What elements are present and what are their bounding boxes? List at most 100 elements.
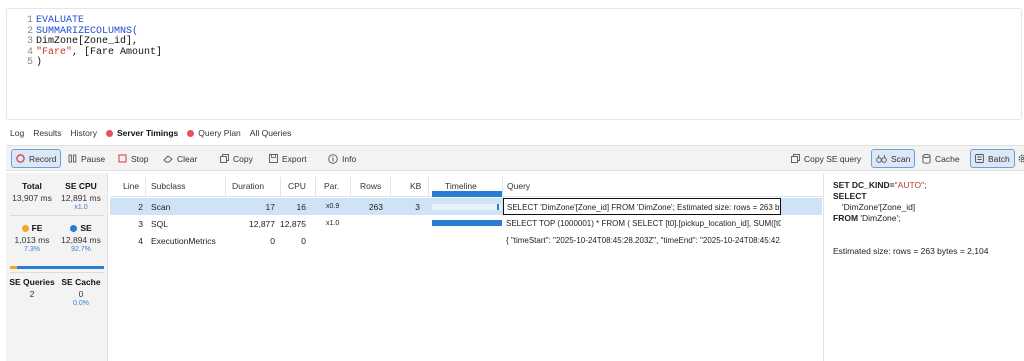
stat-label: SE Cache	[61, 277, 101, 287]
column-header-timeline[interactable]: Timeline	[445, 181, 477, 191]
table-row[interactable]: 4 ExecutionMetrics 0 0 { "timeStart": "2…	[110, 232, 822, 249]
timeline-bar	[432, 220, 502, 226]
cell-query[interactable]: { "timeStart": "2025-10-24T08:45:28.203Z…	[503, 232, 781, 249]
tab-label: All Queries	[249, 128, 292, 138]
code-area[interactable]: 1 EVALUATE 2 SUMMARIZECOLUMNS( 3 DimZone[Zo…	[25, 15, 163, 69]
set-keyword: SET DC_KIND=	[833, 180, 895, 190]
tab-all-queries[interactable]: All Queries	[250, 128, 292, 138]
se-cache-stat: SE Cache 0 0.0%	[57, 277, 105, 307]
batch-icon	[975, 154, 984, 163]
stat-label: SE CPU	[65, 181, 97, 191]
info-button[interactable]: Info	[324, 149, 360, 168]
clear-button[interactable]: Clear	[159, 149, 201, 168]
column-separator	[350, 177, 351, 197]
stat-value: 1,013 ms	[14, 235, 50, 245]
code-line: 4 "Fare", [Fare Amount]	[25, 46, 163, 59]
set-value: "AUTO"	[894, 180, 925, 190]
column-header-par[interactable]: Par.	[324, 181, 339, 191]
stop-button[interactable]: Stop	[114, 149, 153, 168]
fe-stat: FE 1,013 ms 7.3%	[8, 223, 56, 253]
stat-value: 2	[29, 289, 35, 299]
cache-toggle[interactable]: Cache	[918, 149, 964, 168]
server-timings-toolbar: Record Pause Stop Clear Copy Export Info…	[6, 145, 1024, 171]
info-label: Info	[342, 153, 357, 164]
se-cpu-stat: SE CPU 12,891 ms x1.0	[57, 181, 105, 211]
stat-value: 13,907 ms	[12, 193, 52, 203]
record-button[interactable]: Record	[11, 149, 62, 168]
code-text: , [Fare Amount]	[72, 46, 163, 58]
line-number: 1	[26, 15, 33, 26]
tab-label: Log	[10, 128, 25, 138]
copy-icon	[791, 154, 800, 163]
tab-label: Results	[33, 128, 62, 138]
column-header-cpu[interactable]: CPU	[288, 181, 306, 191]
cell-line: 4	[138, 236, 143, 246]
tab-results[interactable]: Results	[33, 128, 61, 138]
column-header-query[interactable]: Query	[507, 181, 530, 191]
record-label: Record	[29, 153, 57, 164]
column-header-rows[interactable]: Rows	[360, 181, 381, 191]
save-icon	[269, 154, 278, 163]
fe-ratio-fill	[10, 266, 17, 269]
stop-icon	[118, 154, 127, 163]
copy-button[interactable]: Copy	[216, 149, 257, 168]
binoculars-icon	[876, 154, 887, 163]
tab-server-timings[interactable]: Server Timings	[105, 128, 178, 138]
se-queries-stat: SE Queries 2	[8, 277, 56, 299]
column-header-duration[interactable]: Duration	[232, 181, 264, 191]
fe-dot-icon	[21, 224, 29, 232]
timeline-header-bar	[432, 191, 502, 197]
set-statement: SET DC_KIND="AUTO";	[833, 180, 927, 190]
divider	[10, 272, 104, 273]
cell-cpu: 12,875	[280, 219, 306, 229]
from-clause: FROM 'DimZone';	[833, 213, 900, 223]
cell-subclass: Scan	[151, 202, 171, 212]
pause-button[interactable]: Pause	[64, 149, 109, 168]
stat-percent: 92.7%	[71, 246, 91, 253]
cell-query[interactable]: SELECT TOP (1000001) * FROM ( SELECT [t0…	[503, 215, 781, 232]
stat-ratio: x1.0	[74, 204, 88, 211]
total-stat: Total 13,907 ms	[8, 181, 56, 203]
copy-label: Copy	[233, 153, 253, 164]
cell-query[interactable]: SELECT 'DimZone'[Zone_id] FROM 'DimZone'…	[503, 198, 781, 215]
column-separator	[280, 177, 281, 197]
timeline-bar	[497, 204, 500, 210]
code-line: 5)	[25, 58, 162, 69]
cache-label: Cache	[935, 153, 960, 164]
tab-log[interactable]: Log	[10, 128, 24, 138]
cell-par: x1.0	[326, 220, 340, 227]
settings-button[interactable]	[1014, 149, 1024, 168]
batch-label: Batch	[988, 153, 1010, 164]
stop-label: Stop	[131, 153, 149, 164]
line-number: 5	[26, 57, 33, 69]
scan-toggle[interactable]: Scan	[871, 149, 916, 168]
cell-par: x0.9	[326, 203, 340, 210]
result-tabs: Log Results History Server Timings Query…	[10, 127, 291, 139]
tab-query-plan[interactable]: Query Plan	[187, 128, 241, 138]
copy-se-query-button[interactable]: Copy SE query	[787, 149, 865, 168]
se-stat: SE 12,894 ms 92.7%	[57, 223, 105, 253]
cell-kb: 3	[415, 202, 420, 212]
export-label: Export	[282, 153, 307, 164]
column-header-subclass[interactable]: Subclass	[151, 181, 186, 191]
dax-query-editor[interactable]: 1 EVALUATE 2 SUMMARIZECOLUMNS( 3 DimZone[Zo…	[6, 8, 1022, 120]
tab-history[interactable]: History	[71, 128, 97, 138]
set-suffix: ;	[924, 180, 927, 190]
tab-label: History	[70, 128, 97, 138]
se-label: SE	[80, 223, 92, 233]
column-header-line[interactable]: Line	[123, 181, 139, 191]
export-button[interactable]: Export	[265, 149, 311, 168]
timing-summary-panel: Total 13,907 ms SE CPU 12,891 ms x1.0 FE…	[6, 173, 108, 361]
eraser-icon	[163, 155, 173, 163]
tab-label: Query Plan	[198, 128, 241, 138]
scan-label: Scan	[891, 153, 911, 164]
stat-label: FE	[8, 223, 56, 233]
table-row[interactable]: 3 SQL 12,877 12,875 x1.0 SELECT TOP (100…	[110, 215, 822, 232]
column-separator	[428, 177, 429, 197]
table-row[interactable]: 2 Scan 17 16 x0.9 263 3 SELECT 'DimZone'…	[110, 198, 822, 215]
column-header-kb[interactable]: KB	[410, 181, 421, 191]
cell-subclass: SQL	[151, 219, 169, 229]
query-detail-pane[interactable]: SET DC_KIND="AUTO"; SELECT 'DimZone'[Zon…	[823, 173, 1024, 361]
batch-toggle[interactable]: Batch	[970, 149, 1015, 168]
stat-label: SE	[57, 223, 105, 233]
